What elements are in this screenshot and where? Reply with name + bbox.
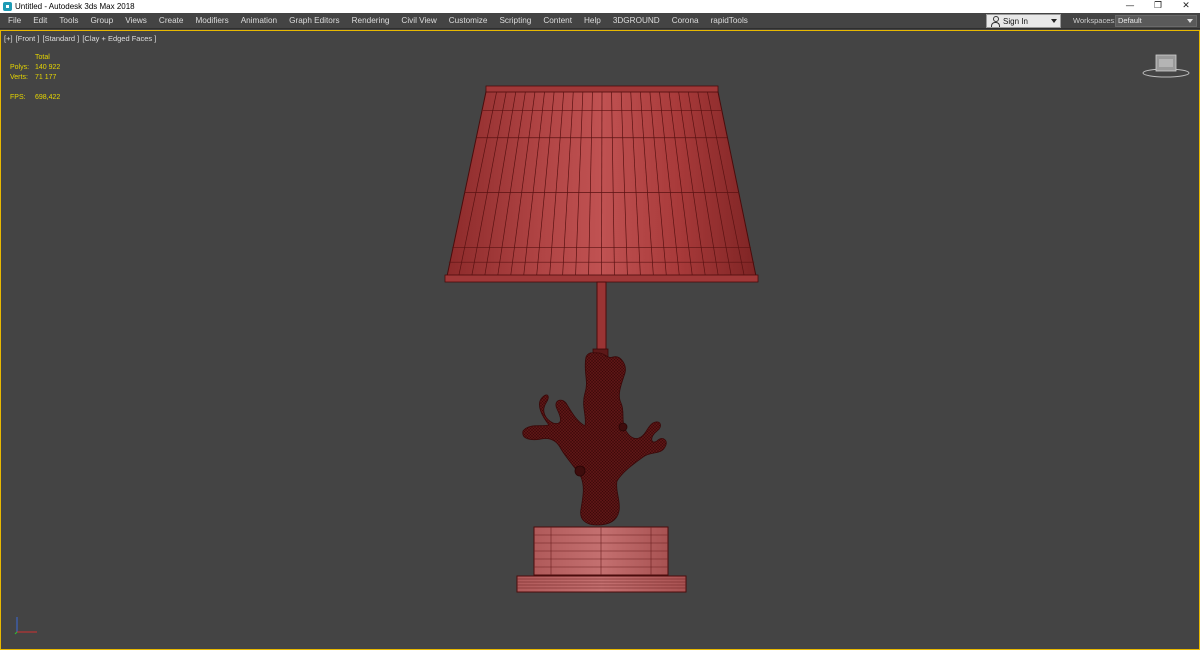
axis-tripod-icon xyxy=(14,617,37,635)
polys-label: Polys: xyxy=(10,64,30,71)
verts-value: 71 177 xyxy=(35,74,57,81)
coral-sculpture[interactable] xyxy=(522,352,667,526)
fps-value: 698,422 xyxy=(35,94,61,101)
menu-modifiers[interactable]: Modifiers xyxy=(189,13,234,28)
sign-in-label: Sign In xyxy=(1003,16,1028,26)
menu-help[interactable]: Help xyxy=(578,13,607,28)
title-bar: Untitled - Autodesk 3ds Max 2018 — ❐ ✕ xyxy=(0,0,1200,13)
window-title: Untitled - Autodesk 3ds Max 2018 xyxy=(15,2,135,11)
viewcube-icon[interactable] xyxy=(1141,53,1191,79)
window-controls: — ❐ ✕ xyxy=(1116,0,1200,13)
menu-graph-editors[interactable]: Graph Editors xyxy=(283,13,346,28)
close-button[interactable]: ✕ xyxy=(1172,0,1200,13)
chevron-down-icon xyxy=(1187,19,1193,23)
menu-content[interactable]: Content xyxy=(537,13,578,28)
viewport-point-of-view[interactable]: [Front ] xyxy=(16,34,40,43)
menu-rapidtools[interactable]: rapidTools xyxy=(705,13,754,28)
menu-3dground[interactable]: 3DGROUND xyxy=(607,13,666,28)
polys-value: 140 922 xyxy=(35,64,61,71)
menu-scripting[interactable]: Scripting xyxy=(493,13,537,28)
viewport-shading-standard[interactable]: [Standard ] xyxy=(43,34,80,43)
stats-header: Total xyxy=(35,54,50,61)
menu-group[interactable]: Group xyxy=(84,13,119,28)
app-icon[interactable] xyxy=(3,2,12,11)
workspaces-value: Default xyxy=(1118,16,1142,25)
menu-tools[interactable]: Tools xyxy=(53,13,84,28)
menu-rendering[interactable]: Rendering xyxy=(346,13,396,28)
viewport-display-mode[interactable]: [Clay + Edged Faces ] xyxy=(82,34,156,43)
menu-civil-view[interactable]: Civil View xyxy=(395,13,442,28)
menu-bar: File Edit Tools Group Views Create Modif… xyxy=(0,13,1200,29)
lamp-model[interactable] xyxy=(1,31,1199,649)
chevron-down-icon xyxy=(1051,19,1057,23)
sign-in-dropdown[interactable]: Sign In xyxy=(986,14,1061,28)
menu-customize[interactable]: Customize xyxy=(443,13,494,28)
user-icon xyxy=(990,16,1000,27)
menu-create[interactable]: Create xyxy=(153,13,190,28)
viewport-menu-plus[interactable]: [+] xyxy=(4,34,13,43)
lamp-base[interactable] xyxy=(516,526,687,593)
menu-animation[interactable]: Animation xyxy=(235,13,283,28)
workspaces-select[interactable]: Default xyxy=(1115,15,1197,27)
lamp-shade[interactable] xyxy=(444,85,759,283)
fps-label: FPS: xyxy=(10,94,26,101)
front-viewport[interactable]: [+] [Front ] [Standard ] [Clay + Edged F… xyxy=(0,30,1200,650)
lamp-stem[interactable] xyxy=(592,281,609,358)
menu-file[interactable]: File xyxy=(2,13,27,28)
menu-corona[interactable]: Corona xyxy=(666,13,705,28)
menu-edit[interactable]: Edit xyxy=(27,13,53,28)
restore-button[interactable]: ❐ xyxy=(1144,0,1172,13)
viewport-label[interactable]: [+] [Front ] [Standard ] [Clay + Edged F… xyxy=(4,34,157,43)
verts-label: Verts: xyxy=(10,74,28,81)
minimize-button[interactable]: — xyxy=(1116,0,1144,13)
menu-views[interactable]: Views xyxy=(119,13,153,28)
workspaces-label: Workspaces: xyxy=(1073,16,1117,25)
